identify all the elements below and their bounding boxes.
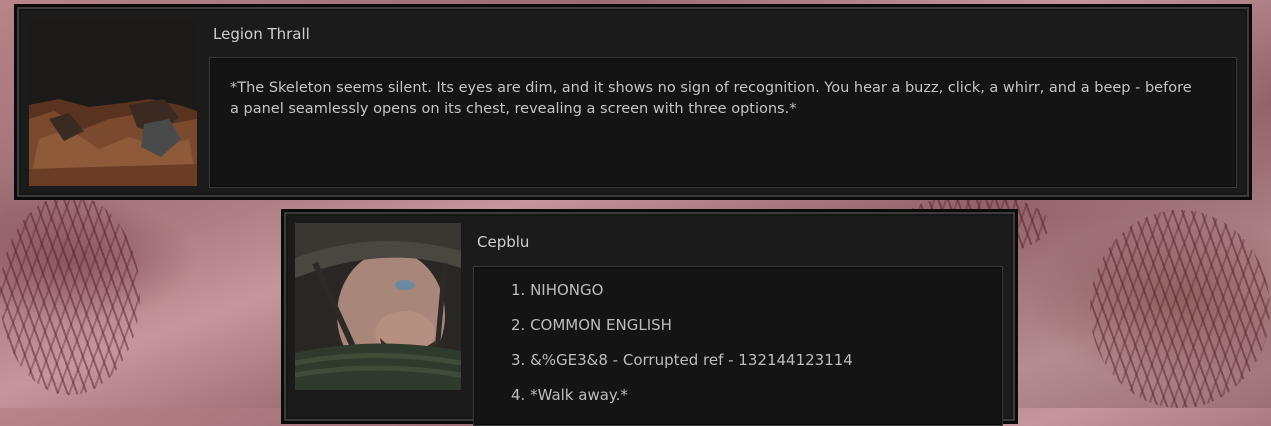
dialog-option-4[interactable]: 4. *Walk away.* [511, 386, 628, 404]
player-portrait [295, 223, 461, 390]
npc-portrait [29, 19, 197, 186]
response-options-box: 1. NIHONGO 2. COMMON ENGLISH 3. &%GE3&8 … [473, 266, 1003, 426]
npc-dialog-textbox: *The Skeleton seems silent. Its eyes are… [209, 57, 1237, 188]
legion-thrall-portrait-image [29, 19, 197, 186]
player-response-panel: Cepblu 1. NIHONGO 2. COMMON ENGLISH 3. &… [281, 209, 1018, 426]
dialog-option-2[interactable]: 2. COMMON ENGLISH [511, 316, 672, 334]
dialog-option-3[interactable]: 3. &%GE3&8 - Corrupted ref - 13214412311… [511, 351, 853, 369]
background-shrub [1090, 210, 1270, 408]
player-portrait-image [295, 223, 461, 390]
npc-speaker-name: Legion Thrall [213, 25, 310, 43]
npc-dialog-panel: Legion Thrall *The Skeleton seems silent… [14, 4, 1252, 200]
background-shrub [0, 195, 140, 395]
player-speaker-name: Cepblu [477, 233, 530, 251]
npc-dialog-text: *The Skeleton seems silent. Its eyes are… [230, 80, 1192, 117]
dialog-option-1[interactable]: 1. NIHONGO [511, 281, 603, 299]
